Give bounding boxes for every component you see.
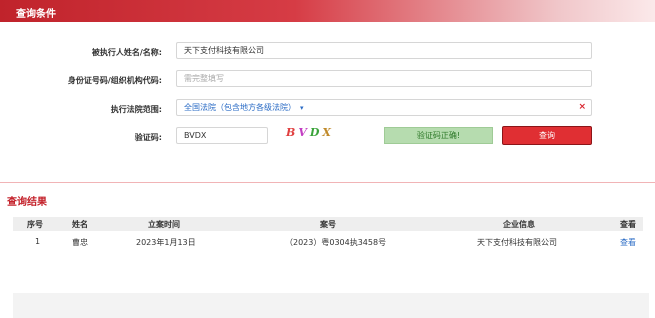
view-link[interactable]: 查看 — [620, 237, 636, 248]
col-header-filing-date: 立案时间 — [148, 220, 180, 229]
col-header-view: 查看 — [620, 220, 636, 229]
query-button[interactable]: 查询 — [502, 126, 592, 145]
id-number-label: 身份证号码/组织机构代码: — [67, 76, 162, 85]
cell-case-number: （2023）粤0304执3458号 — [285, 238, 387, 247]
court-scope-label: 执行法院范围: — [110, 105, 162, 114]
chevron-down-icon: ▾ — [300, 104, 304, 112]
col-header-case-number: 案号 — [320, 220, 336, 229]
captcha-char: D — [309, 126, 323, 139]
captcha-image[interactable]: BVDX — [286, 126, 344, 144]
header-title: 查询条件 — [16, 9, 56, 20]
search-conditions-header: 查询条件 — [0, 0, 655, 22]
court-scope-value: 全国法院（包含地方各级法院） — [184, 103, 296, 112]
footer-panel — [13, 293, 649, 318]
cell-company-info: 天下支付科技有限公司 — [477, 238, 557, 247]
captcha-char: V — [298, 126, 310, 139]
clear-icon[interactable]: × — [578, 100, 586, 115]
cell-name: 曹忠 — [72, 238, 88, 247]
cell-index: 1 — [35, 237, 41, 246]
name-label: 被执行人姓名/名称: — [91, 48, 162, 57]
captcha-char: B — [286, 126, 299, 139]
section-divider — [0, 182, 655, 183]
captcha-input[interactable]: BVDX — [176, 127, 268, 144]
captcha-char: X — [322, 126, 334, 139]
results-title: 查询结果 — [7, 197, 47, 208]
id-number-input[interactable]: 需完整填写 — [176, 70, 592, 87]
col-header-company-info: 企业信息 — [503, 220, 535, 229]
cell-filing-date: 2023年1月13日 — [136, 238, 196, 247]
name-input[interactable]: 天下支付科技有限公司 — [176, 42, 592, 59]
captcha-label: 验证码: — [134, 133, 162, 142]
col-header-name: 姓名 — [72, 220, 88, 229]
col-header-index: 序号 — [27, 220, 43, 229]
captcha-success-badge: 验证码正确! — [384, 127, 493, 144]
court-scope-select[interactable]: 全国法院（包含地方各级法院） ▾ × — [176, 99, 592, 116]
